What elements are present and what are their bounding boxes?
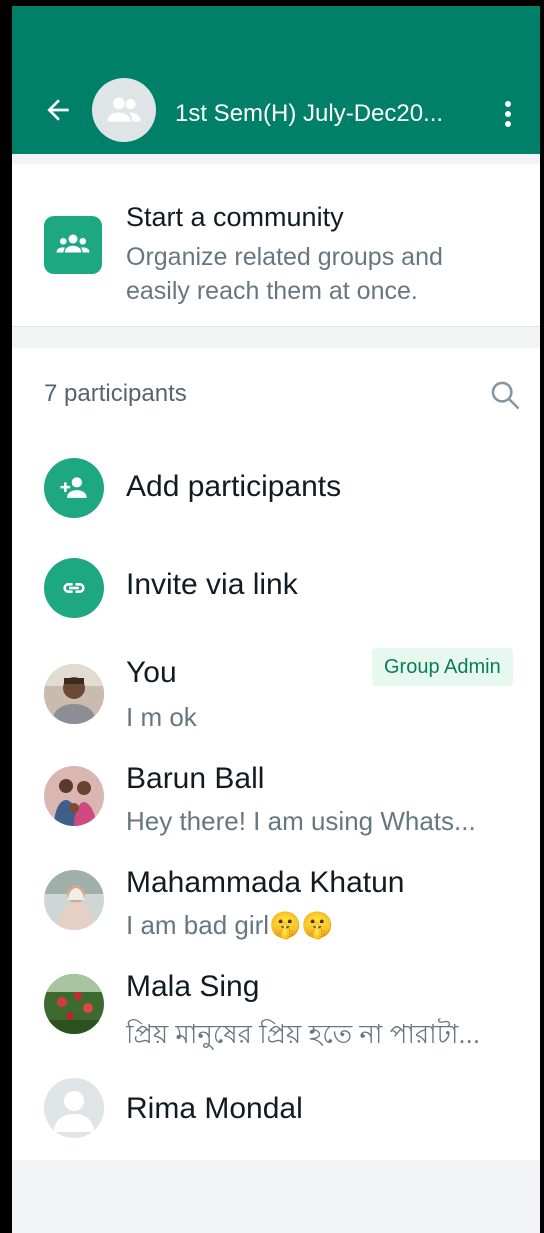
- invite-via-link-row[interactable]: Invite via link: [12, 542, 540, 642]
- arrow-left-icon: [47, 99, 69, 121]
- group-header: 1st Sem(H) July-Dec20...: [12, 6, 540, 154]
- participant-name: Barun Ball: [126, 762, 265, 795]
- add-participants-label: Add participants: [126, 470, 342, 503]
- avatar: [44, 870, 104, 930]
- participant-row[interactable]: Mala Sing প্রিয় মানুষের প্রিয় হতে না প…: [12, 958, 540, 1058]
- avatar: [44, 766, 104, 826]
- participant-status: I am bad girl🤫🤫: [126, 910, 334, 940]
- group-avatar[interactable]: [92, 78, 156, 142]
- participant-name: Mala Sing: [126, 970, 260, 1003]
- default-avatar-icon: [44, 1078, 104, 1138]
- participant-row[interactable]: Mahammada Khatun I am bad girl🤫🤫: [12, 854, 540, 954]
- group-icon: [107, 97, 141, 122]
- link-icon: [44, 558, 104, 618]
- avatar: [44, 974, 104, 1034]
- participant-name: Rima Mondal: [126, 1092, 303, 1125]
- participant-row[interactable]: Barun Ball Hey there! I am using Whats..…: [12, 750, 540, 850]
- participants-count: 7 participants: [44, 380, 187, 407]
- group-admin-badge: Group Admin: [372, 648, 513, 686]
- participant-row[interactable]: Rima Mondal: [12, 1062, 540, 1162]
- more-vertical-icon: [505, 101, 511, 127]
- search-icon: [491, 381, 520, 410]
- participant-status: Hey there! I am using Whats...: [126, 806, 476, 836]
- group-title[interactable]: 1st Sem(H) July-Dec20...: [175, 100, 475, 128]
- participants-section: 7 participants Add participants Invite v…: [12, 348, 540, 1160]
- participant-name: You: [126, 656, 177, 689]
- participant-status: প্রিয় মানুষের প্রিয় হতে না পারাটা...: [126, 1019, 481, 1049]
- back-button[interactable]: [42, 94, 74, 126]
- add-person-icon: [44, 458, 104, 518]
- avatar: [44, 664, 104, 724]
- add-participants-row[interactable]: Add participants: [12, 438, 540, 538]
- screen: 1st Sem(H) July-Dec20... Start a communi…: [12, 6, 540, 1233]
- menu-button[interactable]: [496, 96, 520, 132]
- start-community-card[interactable]: Start a community Organize related group…: [12, 164, 540, 327]
- participant-status: I m ok: [126, 702, 197, 732]
- participant-name: Mahammada Khatun: [126, 866, 405, 899]
- invite-via-link-label: Invite via link: [126, 568, 298, 601]
- search-button[interactable]: [488, 378, 522, 412]
- community-title: Start a community: [126, 202, 344, 232]
- community-icon: [44, 216, 102, 274]
- community-description: Organize related groups and easily reach…: [126, 243, 443, 305]
